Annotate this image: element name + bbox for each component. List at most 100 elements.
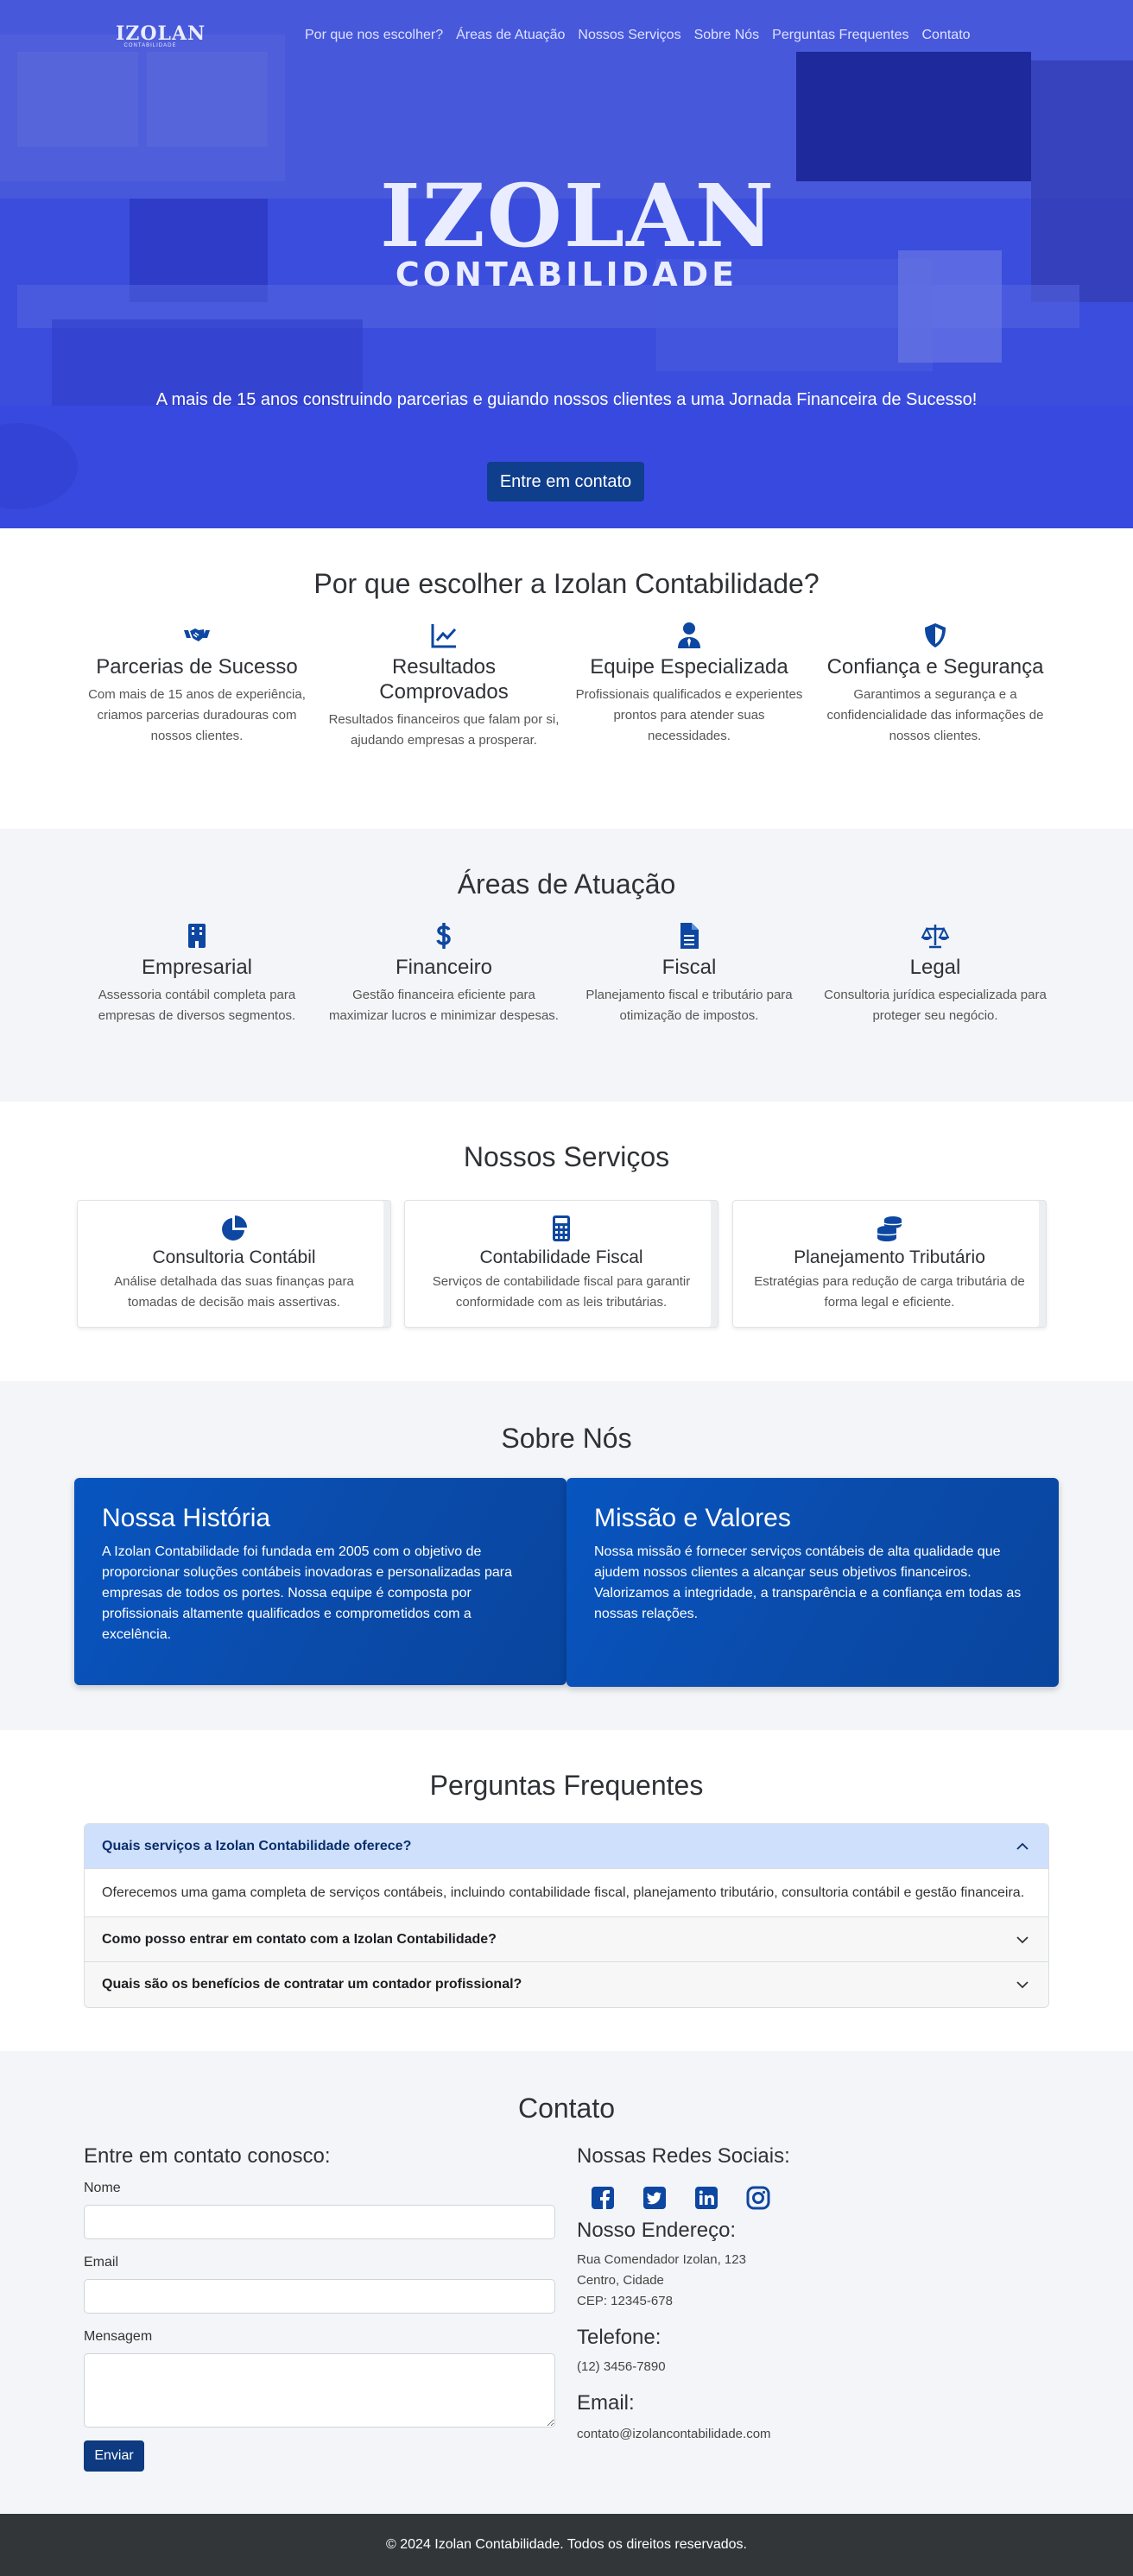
- services-title: Nossos Serviços: [463, 1141, 670, 1172]
- email-label: Email: [84, 2255, 119, 2270]
- nav-link-contact[interactable]: Contato: [922, 28, 971, 43]
- faq-accordion: Quais serviços a Izolan Contabilidade of…: [84, 1823, 1049, 2008]
- why-item-title: Resultados Comprovados: [379, 655, 509, 704]
- dollar-icon: [436, 923, 451, 949]
- why-title: Por que escolher a Izolan Contabilidade?: [313, 568, 820, 599]
- chevron-up-icon: [1016, 1842, 1029, 1850]
- why-item-title: Equipe Especializada: [590, 655, 788, 679]
- address-line: Centro, Cidade: [577, 2273, 664, 2288]
- service-card-tax-planning[interactable]: Planejamento Tributário Estratégias para…: [732, 1200, 1047, 1328]
- hero-logo-text: IZOLAN: [380, 165, 776, 267]
- email-title: Email:: [577, 2391, 635, 2415]
- submit-button[interactable]: Enviar: [84, 2440, 144, 2472]
- facebook-icon[interactable]: [591, 2186, 615, 2210]
- why-item-team: Equipe Especializada Profissionais quali…: [573, 622, 806, 747]
- address-title: Nosso Endereço:: [577, 2219, 737, 2242]
- contact-title: Contato: [517, 2093, 616, 2124]
- navbar-logo-text: IZOLAN: [116, 22, 206, 45]
- area-item-financial: Financeiro Gestão financeira eficiente p…: [327, 922, 560, 1026]
- nav-link-services[interactable]: Nossos Serviços: [578, 28, 680, 43]
- phone-title: Telefone:: [577, 2326, 661, 2349]
- area-item-fiscal: Fiscal Planejamento fiscal e tributário …: [573, 922, 806, 1026]
- area-item-business: Empresarial Assessoria contábil completa…: [80, 922, 313, 1026]
- why-item-partnership: Parcerias de Sucesso Com mais de 15 anos…: [80, 622, 313, 747]
- why-item-text: Com mais de 15 anos de experiência, cria…: [88, 687, 306, 743]
- area-item-title: Fiscal: [661, 956, 717, 979]
- faq-question-benefits[interactable]: Quais são os benefícios de contratar um …: [85, 1962, 1048, 2007]
- chevron-down-icon: [1016, 1981, 1029, 1989]
- service-card-fiscal[interactable]: Contabilidade Fiscal Serviços de contabi…: [404, 1200, 718, 1328]
- about-title: Sobre Nós: [501, 1423, 632, 1454]
- phone-number: (12) 3456-7890: [577, 2359, 666, 2374]
- message-textarea[interactable]: [84, 2353, 555, 2428]
- chevron-down-icon: [1016, 1936, 1029, 1944]
- instagram-icon[interactable]: [746, 2186, 770, 2210]
- footer-copyright: © 2024 Izolan Contabilidade. Todos os di…: [386, 2537, 747, 2552]
- hero-tagline: A mais de 15 anos construindo parcerias …: [155, 390, 978, 409]
- hero-logo-subtext: CONTABILIDADE: [395, 256, 738, 294]
- navbar-logo-subtext: CONTABILIDADE: [123, 43, 177, 48]
- service-card-title: Planejamento Tributário: [794, 1247, 985, 1267]
- navbar-logo[interactable]: IZOLAN CONTABILIDADE: [116, 22, 206, 52]
- calculator-icon: [553, 1215, 570, 1241]
- message-label: Mensagem: [84, 2329, 153, 2344]
- service-card-text: Análise detalhada das suas finanças para…: [114, 1274, 354, 1310]
- navbar: IZOLAN CONTABILIDADE Por que nos escolhe…: [0, 0, 1133, 73]
- history-text: A Izolan Contabilidade foi fundada em 20…: [102, 1544, 512, 1642]
- service-card-consulting[interactable]: Consultoria Contábil Análise detalhada d…: [77, 1200, 391, 1328]
- service-card-text: Serviços de contabilidade fiscal para ga…: [432, 1274, 691, 1310]
- faq-question-text: Como posso entrar em contato com a Izola…: [102, 1931, 497, 1947]
- why-item-text: Resultados financeiros que falam por si,…: [328, 712, 560, 748]
- mission-title: Missão e Valores: [594, 1504, 791, 1532]
- twitter-icon[interactable]: [642, 2186, 667, 2210]
- mission-text: Nossa missão é fornecer serviços contábe…: [594, 1544, 1022, 1621]
- nav-links: Por que nos escolher? Áreas de Atuação N…: [305, 28, 984, 43]
- handshake-icon: [184, 628, 210, 641]
- why-item-security: Confiança e Segurança Garantimos a segur…: [819, 622, 1052, 747]
- contact-form-title: Entre em contato conosco:: [84, 2144, 331, 2168]
- email-address[interactable]: contato@izolancontabilidade.com: [577, 2424, 771, 2445]
- shield-icon: [925, 623, 946, 647]
- coins-icon: [877, 1216, 902, 1241]
- building-icon: [188, 924, 206, 948]
- faq-question-services[interactable]: Quais serviços a Izolan Contabilidade of…: [85, 1824, 1048, 1869]
- hero-contact-button[interactable]: Entre em contato: [487, 462, 644, 502]
- social-title: Nossas Redes Sociais:: [577, 2144, 790, 2168]
- nav-link-why[interactable]: Por que nos escolher?: [305, 28, 443, 43]
- nav-link-areas[interactable]: Áreas de Atuação: [456, 28, 565, 43]
- nav-link-faq[interactable]: Perguntas Frequentes: [772, 28, 908, 43]
- why-item-text: Garantimos a segurança e a confidenciali…: [826, 687, 1044, 743]
- email-input[interactable]: [84, 2279, 555, 2314]
- hero-logo: IZOLAN CONTABILIDADE: [380, 165, 776, 294]
- area-item-text: Consultoria jurídica especializada para …: [824, 988, 1047, 1023]
- service-card-title: Contabilidade Fiscal: [479, 1247, 643, 1267]
- faq-question-text: Quais serviços a Izolan Contabilidade of…: [102, 1838, 412, 1853]
- area-item-text: Assessoria contábil completa para empres…: [98, 988, 296, 1023]
- area-item-legal: Legal Consultoria jurídica especializada…: [819, 922, 1052, 1026]
- file-icon: [680, 923, 699, 949]
- service-card-title: Consultoria Contábil: [152, 1247, 316, 1267]
- service-card-text: Estratégias para redução de carga tribut…: [754, 1274, 1025, 1310]
- hero-section: IZOLAN CONTABILIDADE Por que nos escolhe…: [0, 0, 1133, 528]
- faq-question-contact[interactable]: Como posso entrar em contato com a Izola…: [85, 1917, 1048, 1962]
- history-card: Nossa História A Izolan Contabilidade fo…: [74, 1478, 566, 1685]
- chart-line-icon: [431, 624, 457, 648]
- nav-link-about[interactable]: Sobre Nós: [694, 28, 760, 43]
- faq-title: Perguntas Frequentes: [429, 1770, 704, 1801]
- why-item-title: Parcerias de Sucesso: [96, 655, 298, 679]
- faq-answer: Oferecemos uma gama completa de serviços…: [85, 1869, 1048, 1917]
- why-item-title: Confiança e Segurança: [826, 655, 1044, 679]
- linkedin-icon[interactable]: [694, 2186, 718, 2210]
- area-item-title: Legal: [909, 956, 961, 979]
- name-input[interactable]: [84, 2205, 555, 2239]
- why-item-text: Profissionais qualificados e experientes…: [575, 687, 803, 743]
- area-item-title: Empresarial: [141, 956, 253, 979]
- scale-icon: [921, 925, 949, 949]
- area-item-text: Planejamento fiscal e tributário para ot…: [585, 988, 793, 1023]
- pie-chart-icon: [222, 1215, 247, 1241]
- mission-card: Missão e Valores Nossa missão é fornecer…: [566, 1478, 1059, 1687]
- address-line: CEP: 12345-678: [577, 2294, 673, 2308]
- faq-question-text: Quais são os benefícios de contratar um …: [102, 1977, 522, 1992]
- user-tie-icon: [678, 622, 700, 648]
- history-title: Nossa História: [102, 1504, 271, 1532]
